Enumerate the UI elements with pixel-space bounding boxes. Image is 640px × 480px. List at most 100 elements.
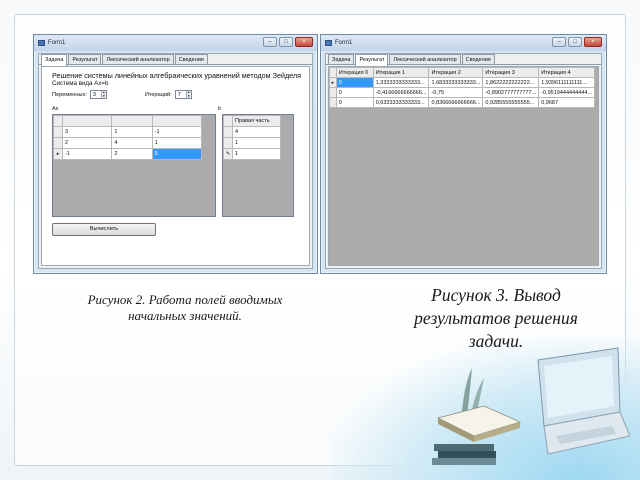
iter-label: Итераций: [144, 91, 172, 98]
vector-cell[interactable]: 4 [232, 126, 281, 138]
column-header[interactable]: Итерация 0 [335, 67, 374, 78]
table-row[interactable]: ▸ -1 2 5 [53, 148, 203, 160]
vars-stepper[interactable]: 3 ▲ ▼ [89, 90, 107, 99]
matrix-cell[interactable]: 1 [111, 126, 153, 138]
app-icon [325, 40, 332, 46]
matrix-grid[interactable]: 3 1 -1 2 4 1 ▸ -1 2 5 [52, 114, 216, 217]
window-body: Задача Результат Лексический анализатор … [325, 53, 602, 269]
table-row[interactable]: 0 -0,4166666666666... -0,75 -0,890277777… [329, 87, 595, 98]
result-cell[interactable]: 1,6833333333333... [428, 77, 484, 88]
task-pane: Решение системы линейных алгебраических … [41, 66, 310, 266]
matrix-cell-selected[interactable]: 5 [151, 148, 203, 160]
form1-window-result: Form1 – □ × Задача Результат Лексический… [320, 34, 607, 274]
result-cell[interactable]: -0,4166666666666... [372, 87, 430, 98]
caption-line: результатов решения [414, 308, 578, 328]
window-body: Задача Результат Лексический анализатор … [38, 53, 313, 269]
result-cell[interactable]: -0,75 [428, 87, 484, 98]
column-header[interactable]: Итерация 4 [538, 67, 595, 78]
matrix-label: Ax [52, 106, 59, 112]
form1-window-input: Form1 – □ × Задача Результат Лексический… [33, 34, 318, 274]
result-cell[interactable]: 0,9285555555555... [482, 97, 540, 108]
result-cell[interactable]: 0,6333333333333... [372, 97, 430, 108]
matrix-cell[interactable]: 4 [111, 137, 153, 149]
table-row[interactable]: ✎ 1 [223, 148, 281, 160]
tab-info[interactable]: Сведения [174, 54, 208, 64]
tab-result[interactable]: Результат [68, 54, 102, 64]
table-row[interactable]: 4 [223, 126, 281, 138]
column-header[interactable] [151, 115, 203, 127]
matrix-cell[interactable]: 3 [61, 126, 113, 138]
tab-lexer[interactable]: Лексический анализатор [389, 54, 461, 64]
column-header[interactable]: Итерация 1 [372, 67, 430, 78]
tab-task[interactable]: Задача [41, 54, 68, 66]
spin-arrows-icon[interactable]: ▲ ▼ [100, 90, 106, 98]
vector-label: b [218, 106, 222, 112]
grid-header-row: Итерация 0 Итерация 1 Итерация 2 Итераци… [329, 67, 595, 78]
tab-task[interactable]: Задача [328, 54, 355, 64]
column-header[interactable]: Правая часть [232, 115, 281, 127]
row-header[interactable] [329, 87, 337, 98]
tab-info[interactable]: Сведения [461, 54, 495, 64]
row-header[interactable] [53, 137, 63, 149]
spin-arrows-icon[interactable]: ▲ ▼ [185, 90, 191, 98]
title-bar[interactable]: Form1 – □ × [34, 35, 317, 51]
minimize-button[interactable]: – [263, 37, 277, 47]
iter-value: 7 [177, 91, 181, 98]
params-row: Переменных: 3 ▲ ▼ Итераций: 7 ▲ ▼ [52, 90, 192, 99]
calculate-button[interactable]: Вычислить [52, 223, 156, 236]
tab-lexer[interactable]: Лексический анализатор [102, 54, 174, 64]
matrix-cell[interactable]: -1 [151, 126, 203, 138]
maximize-button[interactable]: □ [279, 37, 293, 47]
tab-result[interactable]: Результат [355, 54, 389, 66]
current-row-indicator-icon[interactable]: ▸ [329, 77, 337, 88]
result-cell[interactable]: -0,8902777777777... [482, 87, 540, 98]
corner-cell [329, 67, 337, 78]
result-cell[interactable]: -0,9519444444444... [538, 87, 595, 98]
result-cell[interactable]: 1,3333333333333... [372, 77, 430, 88]
result-cell[interactable]: 0 [335, 87, 374, 98]
vector-cell[interactable]: 1 [232, 137, 281, 149]
row-header[interactable] [53, 126, 63, 138]
column-header[interactable] [61, 115, 113, 127]
matrix-cell[interactable]: 2 [111, 148, 153, 160]
title-bar[interactable]: Form1 – □ × [321, 35, 606, 51]
result-cell[interactable]: 1,8622222222222... [482, 77, 540, 88]
caption-line: Рисунок 3. Вывод [431, 285, 561, 305]
vector-cell[interactable]: 1 [232, 148, 281, 160]
column-header[interactable] [111, 115, 153, 127]
matrix-cell[interactable]: 1 [151, 137, 203, 149]
maximize-button[interactable]: □ [568, 37, 582, 47]
iter-stepper[interactable]: 7 ▲ ▼ [174, 90, 192, 99]
tab-strip: Задача Результат Лексический анализатор … [326, 54, 601, 66]
table-row[interactable]: 2 4 1 [53, 137, 203, 149]
matrix-cell[interactable]: 2 [61, 137, 113, 149]
edit-row-pencil-icon[interactable]: ✎ [223, 148, 233, 160]
vector-grid[interactable]: Правая часть 4 1 ✎ 1 [222, 114, 294, 217]
column-header[interactable]: Итерация 2 [428, 67, 484, 78]
minimize-button[interactable]: – [552, 37, 566, 47]
current-row-indicator-icon[interactable]: ▸ [53, 148, 63, 160]
close-button[interactable]: × [584, 37, 602, 47]
vars-value: 3 [92, 91, 96, 98]
grid-header-row: Правая часть [223, 115, 281, 127]
row-header[interactable] [329, 97, 337, 108]
result-cell[interactable]: 0 [335, 97, 374, 108]
table-row[interactable]: 3 1 -1 [53, 126, 203, 138]
result-cell[interactable]: 0,8366666666666... [428, 97, 484, 108]
result-cell[interactable]: 0,9687 [538, 97, 595, 108]
table-row[interactable]: ▸ 0 1,3333333333333... 1,6833333333333..… [329, 77, 595, 88]
result-cell-selected[interactable]: 0 [335, 77, 374, 88]
result-cell[interactable]: 1,9396111111111... [538, 77, 595, 88]
matrix-cell[interactable]: -1 [61, 148, 113, 160]
close-button[interactable]: × [295, 37, 313, 47]
table-row[interactable]: 0 0,6333333333333... 0,8366666666666... … [329, 97, 595, 108]
column-header[interactable]: Итерация 3 [482, 67, 540, 78]
row-header[interactable] [223, 137, 233, 149]
task-subtitle: Система вида Ax=b [52, 80, 109, 87]
table-row[interactable]: 1 [223, 137, 281, 149]
results-grid[interactable]: Итерация 0 Итерация 1 Итерация 2 Итераци… [328, 66, 599, 266]
caption-line: начальных значений. [128, 308, 242, 323]
task-title: Решение системы линейных алгебраических … [52, 71, 301, 80]
row-header[interactable] [223, 126, 233, 138]
tab-strip: Задача Результат Лексический анализатор … [39, 54, 312, 66]
